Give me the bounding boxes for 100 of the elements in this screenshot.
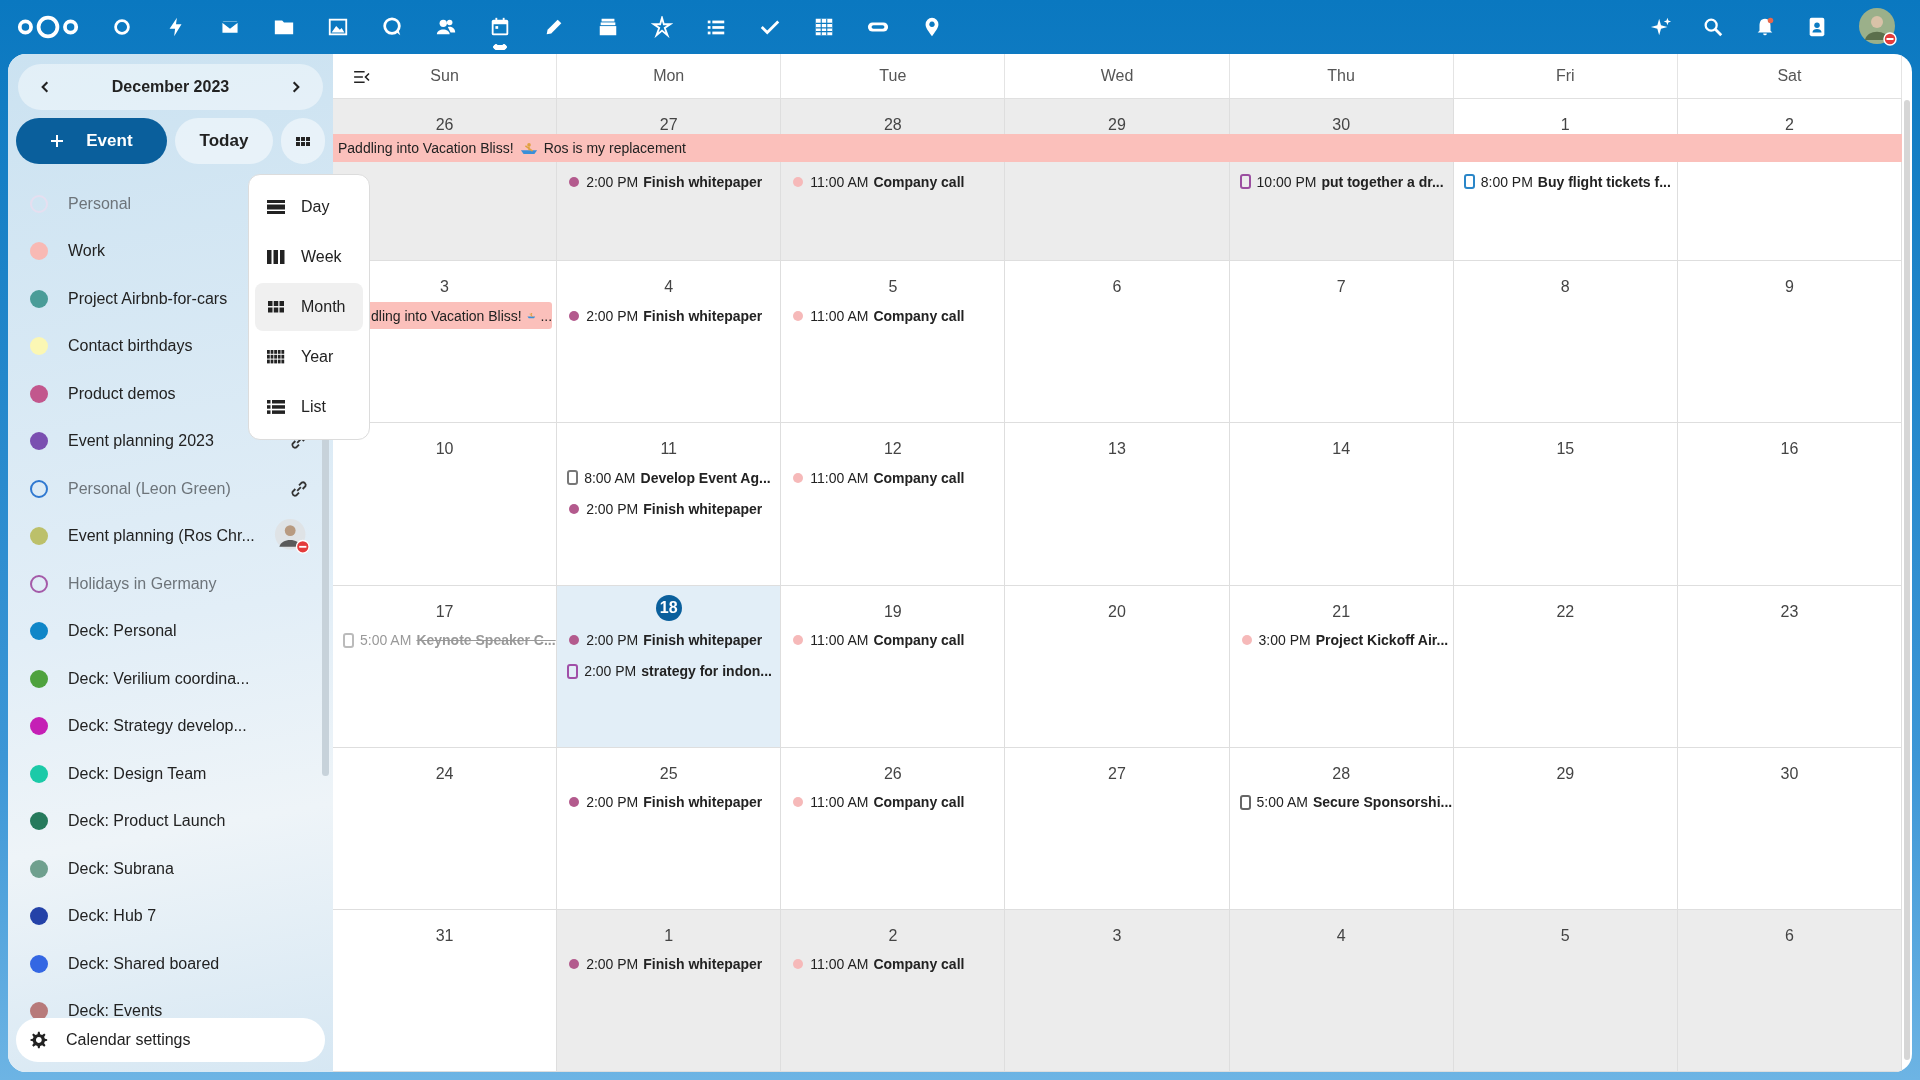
date-number[interactable]: 8 (1560, 278, 1570, 297)
date-number[interactable]: 27 (659, 116, 678, 134)
day-cell[interactable]: 3:00 PM Project Kickoff Air... (1229, 620, 1454, 748)
date-number[interactable]: 18 (655, 594, 682, 621)
event-title[interactable]: Company call (873, 307, 965, 324)
calendar-settings-button[interactable]: Calendar settings (16, 1018, 325, 1062)
task-checkbox[interactable] (1463, 174, 1475, 189)
date-number[interactable]: 9 (1784, 278, 1794, 297)
calendar-color-dot[interactable] (30, 622, 48, 641)
day-cell[interactable]: 5:00 AM Secure Sponsorshi... (1229, 782, 1454, 910)
view-menu-item[interactable]: Month (255, 283, 363, 331)
day-cell[interactable]: 11:00 AM Company call (781, 162, 1006, 262)
date-number[interactable]: 3 (1112, 926, 1122, 945)
date-number[interactable]: 25 (659, 764, 678, 783)
date-number[interactable]: 4 (664, 278, 674, 297)
day-cell[interactable] (1229, 296, 1454, 424)
date-number[interactable]: 15 (1556, 440, 1575, 459)
day-cell[interactable] (333, 458, 558, 586)
event-title[interactable]: Finish whitepaper (643, 173, 763, 190)
date-number[interactable]: 30 (1780, 764, 1799, 783)
date-number[interactable]: 1 (1560, 116, 1570, 134)
date-number[interactable]: 29 (1556, 764, 1575, 783)
date-number[interactable]: 19 (883, 602, 902, 621)
day-cell[interactable]: 2:00 PM Finish whitepaper (557, 782, 782, 910)
date-number[interactable]: 2 (1784, 116, 1794, 134)
date-number[interactable]: 7 (1336, 278, 1346, 297)
calendar-color-dot[interactable] (30, 812, 48, 831)
calendar-item[interactable]: Deck: Personal (30, 607, 310, 655)
calendar-item[interactable]: Deck: Verilium coordina... (30, 655, 310, 703)
new-event-button[interactable]: Event (16, 118, 167, 164)
date-number[interactable]: 22 (1556, 602, 1575, 621)
date-number[interactable]: 28 (1332, 764, 1351, 783)
day-cell[interactable] (1005, 944, 1230, 1072)
day-cell[interactable]: 10:00 PM put together a dr... (1229, 162, 1454, 262)
calendar-color-dot[interactable] (30, 479, 48, 498)
date-number[interactable]: 30 (1332, 116, 1351, 134)
day-cell[interactable]: 2:00 PM Finish whitepaper 2:00 PM strategy for indon... (557, 620, 782, 748)
task-checkbox[interactable] (1239, 174, 1251, 189)
day-cell[interactable] (1453, 620, 1678, 748)
event-title[interactable]: Finish whitepaper (643, 956, 763, 973)
event-title[interactable]: Company call (873, 794, 965, 811)
day-cell[interactable] (333, 944, 558, 1072)
logo-icon[interactable] (16, 13, 80, 41)
event-title[interactable]: Secure Sponsorshi... (1312, 794, 1453, 811)
view-switcher-button[interactable] (281, 118, 325, 164)
event-title[interactable]: Company call (873, 956, 965, 973)
date-number[interactable]: 2 (888, 926, 898, 945)
day-cell[interactable] (1677, 296, 1902, 424)
date-number[interactable]: 26 (435, 116, 454, 134)
event-title[interactable]: Project Kickoff Air... (1315, 632, 1449, 648)
day-cell[interactable]: 8:00 AM Develop Event Ag... 2:00 PM Finish whitepaper (557, 458, 782, 586)
task-checkbox[interactable] (567, 663, 579, 679)
day-cell[interactable]: 2:00 PM Finish whitepaper (557, 944, 782, 1072)
date-number[interactable]: 21 (1332, 602, 1351, 621)
event-title[interactable]: Finish whitepaper (643, 500, 763, 517)
day-cell[interactable] (1005, 296, 1230, 424)
date-number[interactable]: 17 (435, 602, 454, 621)
day-cell[interactable] (1005, 620, 1230, 748)
event-title[interactable]: Company call (873, 173, 965, 190)
day-cell[interactable] (1677, 944, 1902, 1072)
day-cell[interactable] (1677, 458, 1902, 586)
date-number[interactable]: 31 (435, 926, 454, 945)
calendar-item[interactable]: Deck: Design Team (30, 750, 310, 798)
day-cell[interactable]: 11:00 AM Company call (781, 620, 1006, 748)
calendar-item[interactable]: Holidays in Germany (30, 560, 310, 608)
calendar-item[interactable]: Personal (Leon Green) (30, 465, 310, 513)
day-cell[interactable] (1453, 458, 1678, 586)
date-number[interactable]: 29 (1108, 116, 1126, 134)
date-number[interactable]: 6 (1784, 926, 1794, 945)
date-number[interactable]: 13 (1108, 440, 1126, 459)
task-checkbox[interactable] (567, 470, 579, 486)
event-title[interactable]: strategy for indon... (641, 663, 772, 679)
day-cell[interactable] (1453, 782, 1678, 910)
day-cell[interactable] (1005, 162, 1230, 262)
date-number[interactable]: 28 (883, 116, 902, 134)
calendar-color-dot[interactable] (30, 384, 48, 403)
calendar-color-dot[interactable] (30, 859, 48, 878)
date-number[interactable]: 16 (1780, 440, 1799, 459)
today-button[interactable]: Today (174, 118, 274, 164)
calendar-item[interactable]: Event planning (Ros Chr... (30, 512, 310, 560)
event-title[interactable]: put together a dr... (1321, 173, 1444, 190)
date-number[interactable]: 23 (1780, 602, 1799, 621)
day-cell[interactable]: 2:00 PM Finish whitepaper (557, 296, 782, 424)
day-cell[interactable] (1677, 162, 1902, 262)
multi-day-event[interactable]: Paddling into Vacation Bliss! Ros is my replacement (333, 134, 1902, 162)
event-title[interactable]: Develop Event Ag... (640, 469, 771, 486)
calendar-color-dot[interactable] (30, 717, 48, 736)
date-number[interactable]: 1 (664, 926, 674, 945)
date-number[interactable]: 24 (435, 764, 454, 783)
date-number[interactable]: 6 (1112, 278, 1122, 297)
calendar-item[interactable]: Deck: Subrana (30, 845, 310, 893)
event-title[interactable]: Finish whitepaper (643, 307, 763, 324)
date-number[interactable]: 4 (1336, 926, 1346, 945)
calendar-color-dot[interactable] (30, 1002, 48, 1018)
day-cell[interactable] (1229, 944, 1454, 1072)
event-title[interactable]: Buy flight tickets f... (1537, 173, 1671, 190)
event-title[interactable]: Finish whitepaper (643, 794, 763, 811)
calendar-item[interactable]: Deck: Hub 7 (30, 892, 310, 940)
event-title[interactable]: Company call (873, 632, 965, 648)
date-number[interactable]: 5 (1560, 926, 1570, 945)
